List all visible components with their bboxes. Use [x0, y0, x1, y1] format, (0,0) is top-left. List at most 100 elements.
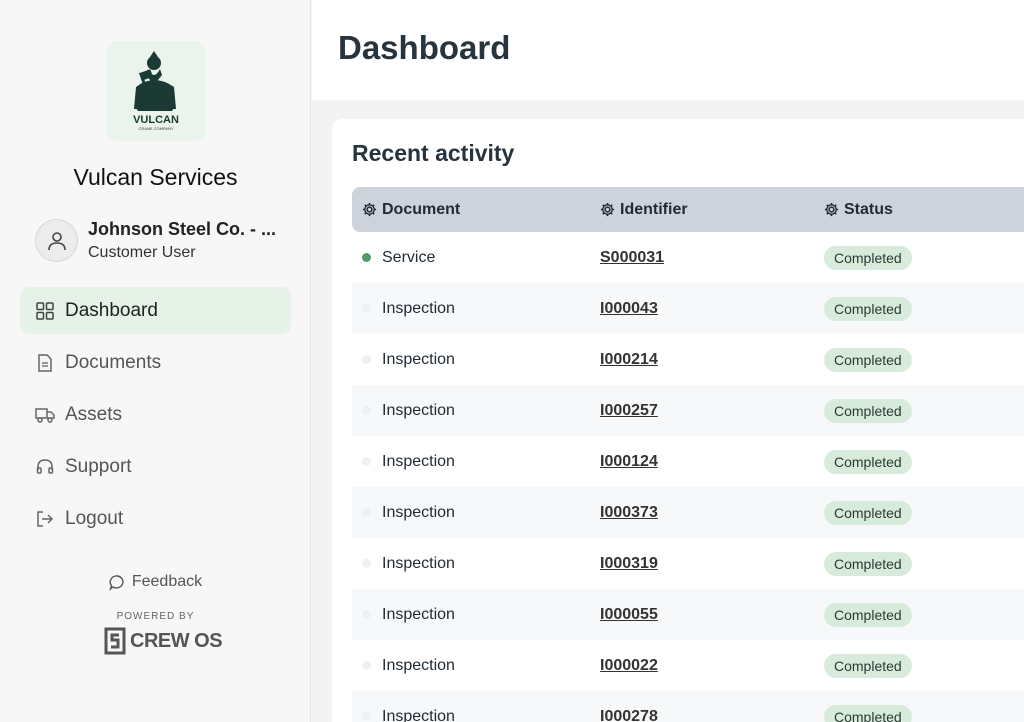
- status-badge: Completed: [824, 704, 912, 722]
- table-row[interactable]: Service S000031 Completed: [352, 232, 1024, 283]
- document-type: Inspection: [382, 707, 455, 722]
- identifier-link[interactable]: I000373: [600, 504, 658, 521]
- document-cell: Inspection: [352, 657, 600, 675]
- identifier-cell: I000043: [600, 300, 824, 318]
- status-dot: [362, 610, 371, 619]
- nav-item-assets[interactable]: Assets: [20, 391, 291, 438]
- identifier-cell: I000257: [600, 402, 824, 420]
- identifier-cell: I000124: [600, 453, 824, 471]
- powered-by-label: POWERED BY: [116, 611, 195, 622]
- user-icon: [47, 231, 66, 250]
- nav-item-support[interactable]: Support: [20, 443, 291, 490]
- document-type: Inspection: [382, 605, 455, 623]
- column-label-document: Document: [382, 200, 461, 218]
- status-cell: Completed: [824, 347, 1024, 372]
- status-cell: Completed: [824, 500, 1024, 525]
- sidebar: VULCAN CRANE COMPANY Vulcan Services Joh…: [0, 0, 311, 722]
- avatar: [35, 219, 78, 262]
- nav-label-assets: Assets: [65, 403, 123, 425]
- table-header: Document Identifier Status: [352, 187, 1024, 232]
- document-type: Inspection: [382, 503, 455, 521]
- table-row[interactable]: Inspection I000278 Completed: [352, 691, 1024, 722]
- document-cell: Inspection: [352, 300, 600, 318]
- document-cell: Service: [352, 249, 600, 267]
- document-type: Inspection: [382, 299, 455, 317]
- status-cell: Completed: [824, 296, 1024, 321]
- table-row[interactable]: Inspection I000319 Completed: [352, 538, 1024, 589]
- crewos-icon: [104, 627, 126, 655]
- identifier-link[interactable]: I000055: [600, 606, 658, 623]
- document-cell: Inspection: [352, 402, 600, 420]
- column-header-identifier[interactable]: Identifier: [600, 201, 824, 219]
- column-header-document[interactable]: Document: [352, 201, 600, 219]
- status-dot: [362, 406, 371, 415]
- identifier-link[interactable]: I000043: [600, 300, 658, 317]
- page-header: Dashboard: [312, 0, 1024, 100]
- identifier-cell: I000214: [600, 351, 824, 369]
- table-row[interactable]: Inspection I000214 Completed: [352, 334, 1024, 385]
- table-row[interactable]: Inspection I000257 Completed: [352, 385, 1024, 436]
- identifier-link[interactable]: I000022: [600, 657, 658, 674]
- document-type: Inspection: [382, 656, 455, 674]
- status-cell: Completed: [824, 245, 1024, 270]
- status-cell: Completed: [824, 704, 1024, 722]
- gear-icon: [362, 202, 377, 217]
- sidebar-nav: Dashboard Documents Assets Support Logou…: [20, 287, 291, 547]
- identifier-link[interactable]: I000124: [600, 453, 658, 470]
- status-badge: Completed: [824, 653, 912, 678]
- table-row[interactable]: Inspection I000022 Completed: [352, 640, 1024, 691]
- status-cell: Completed: [824, 398, 1024, 423]
- document-type: Service: [382, 248, 436, 266]
- status-badge: Completed: [824, 500, 912, 525]
- status-dot: [362, 355, 371, 364]
- identifier-link[interactable]: I000278: [600, 708, 658, 722]
- identifier-link[interactable]: I000257: [600, 402, 658, 419]
- status-dot: [362, 712, 371, 721]
- status-cell: Completed: [824, 449, 1024, 474]
- identifier-cell: S000031: [600, 249, 824, 267]
- gear-icon: [824, 202, 839, 217]
- identifier-cell: I000278: [600, 708, 824, 722]
- user-role: Customer User: [88, 244, 196, 261]
- identifier-cell: I000373: [600, 504, 824, 522]
- status-badge: Completed: [824, 551, 912, 576]
- column-label-identifier: Identifier: [620, 200, 688, 218]
- table-row[interactable]: Inspection I000124 Completed: [352, 436, 1024, 487]
- crewos-text: CREW OS: [130, 629, 223, 652]
- nav-label-documents: Documents: [65, 351, 162, 373]
- document-cell: Inspection: [352, 504, 600, 522]
- user-name: Johnson Steel Co. - ...: [88, 219, 277, 239]
- column-header-status[interactable]: Status: [824, 201, 1024, 219]
- nav-item-documents[interactable]: Documents: [20, 339, 291, 386]
- document-type: Inspection: [382, 554, 455, 572]
- status-badge: Completed: [824, 245, 912, 270]
- chat-bubble-icon: [109, 574, 126, 591]
- status-dot: [362, 457, 371, 466]
- feedback-link[interactable]: Feedback: [0, 573, 311, 591]
- headset-icon: [35, 457, 55, 477]
- identifier-link[interactable]: S000031: [600, 249, 664, 266]
- user-profile[interactable]: Johnson Steel Co. - ... Customer User: [35, 219, 276, 262]
- identifier-cell: I000055: [600, 606, 824, 624]
- table-row[interactable]: Inspection I000055 Completed: [352, 589, 1024, 640]
- document-cell: Inspection: [352, 555, 600, 573]
- table-row[interactable]: Inspection I000043 Completed: [352, 283, 1024, 334]
- table-row[interactable]: Inspection I000373 Completed: [352, 487, 1024, 538]
- nav-item-logout[interactable]: Logout: [20, 495, 291, 542]
- crewos-logo: CREW OS: [104, 626, 223, 656]
- status-cell: Completed: [824, 551, 1024, 576]
- status-dot: [362, 661, 371, 670]
- status-cell: Completed: [824, 602, 1024, 627]
- document-type: Inspection: [382, 401, 455, 419]
- document-cell: Inspection: [352, 453, 600, 471]
- nav-item-dashboard[interactable]: Dashboard: [20, 287, 291, 334]
- status-dot: [362, 304, 371, 313]
- identifier-link[interactable]: I000214: [600, 351, 658, 368]
- company-logo[interactable]: VULCAN CRANE COMPANY: [106, 41, 206, 141]
- document-type: Inspection: [382, 350, 455, 368]
- truck-icon: [35, 405, 55, 425]
- status-dot: [362, 508, 371, 517]
- recent-activity-title: Recent activity: [352, 140, 515, 166]
- feedback-label: Feedback: [131, 573, 203, 590]
- identifier-link[interactable]: I000319: [600, 555, 658, 572]
